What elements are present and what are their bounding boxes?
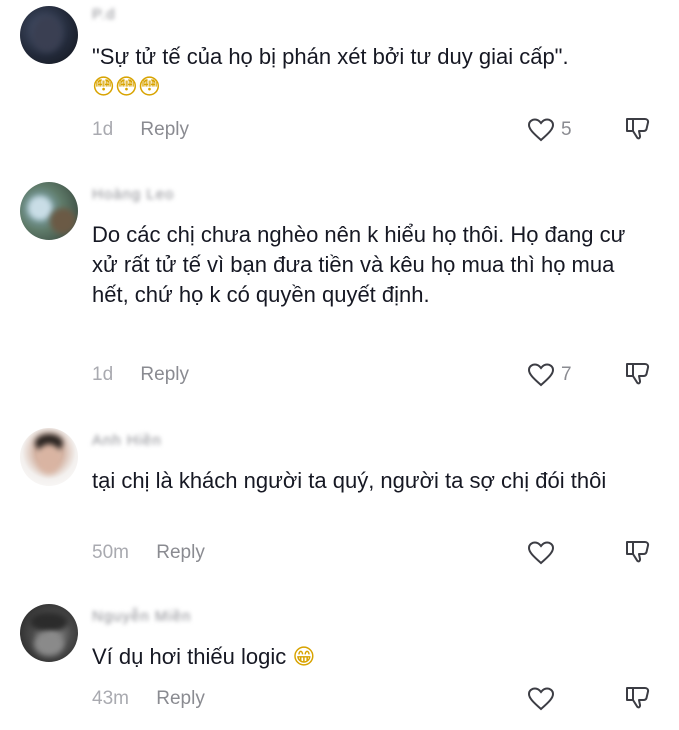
comment-text: Do các chị chưa nghèo nên k hiểu họ thôi…: [92, 222, 626, 307]
grinning-face-emoji: 😁: [292, 645, 316, 670]
username[interactable]: Hoàng Leo: [92, 186, 174, 204]
reply-button[interactable]: Reply: [140, 364, 189, 385]
heart-icon: [527, 363, 555, 387]
avatar[interactable]: [20, 428, 78, 486]
thumbs-down-icon: [625, 361, 651, 390]
dislike-button[interactable]: [625, 362, 651, 388]
timestamp: 50m: [92, 542, 129, 563]
timestamp: 43m: [92, 688, 129, 709]
comment-text-body: Ví dụ hơi thiếu logic: [92, 644, 287, 669]
heart-icon: [527, 541, 555, 565]
username[interactable]: Nguyễn Miền: [92, 608, 191, 626]
like-count: 7: [561, 364, 572, 385]
dislike-button[interactable]: [625, 117, 651, 143]
comment-text: tại chị là khách người ta quý, người ta …: [92, 468, 607, 493]
reply-button[interactable]: Reply: [140, 119, 189, 140]
dislike-button[interactable]: [625, 540, 651, 566]
avatar[interactable]: [20, 6, 78, 64]
comment-text: "Sự tử tế của họ bị phán xét bởi tư duy …: [92, 42, 652, 103]
reply-button[interactable]: Reply: [156, 688, 205, 709]
comment-meta: 1d Reply: [92, 362, 189, 388]
comment-text-body: "Sự tử tế của họ bị phán xét bởi tư duy …: [92, 44, 569, 69]
timestamp: 1d: [92, 364, 114, 385]
like-button[interactable]: [527, 686, 555, 712]
heart-icon: [527, 118, 555, 142]
thumbs-down-icon: [625, 685, 651, 714]
avatar[interactable]: [20, 604, 78, 662]
comment-text: Ví dụ hơi thiếu logic 😁: [92, 642, 652, 673]
thumbs-down-icon: [625, 116, 651, 145]
like-button[interactable]: 7: [527, 362, 572, 388]
flushed-face-emoji: 😳😳😳: [92, 75, 161, 100]
dislike-button[interactable]: [625, 686, 651, 712]
timestamp: 1d: [92, 119, 114, 140]
reply-button[interactable]: Reply: [156, 542, 205, 563]
heart-icon: [527, 687, 555, 711]
comment-meta: 43m Reply: [92, 686, 205, 712]
comment-meta: 50m Reply: [92, 540, 205, 566]
like-count: 5: [561, 119, 572, 140]
thumbs-down-icon: [625, 539, 651, 568]
like-button[interactable]: [527, 540, 555, 566]
comment-meta: 1d Reply: [92, 117, 189, 143]
like-button[interactable]: 5: [527, 117, 572, 143]
username[interactable]: P.d: [92, 6, 116, 24]
avatar[interactable]: [20, 182, 78, 240]
username[interactable]: Anh Hiền: [92, 432, 162, 450]
